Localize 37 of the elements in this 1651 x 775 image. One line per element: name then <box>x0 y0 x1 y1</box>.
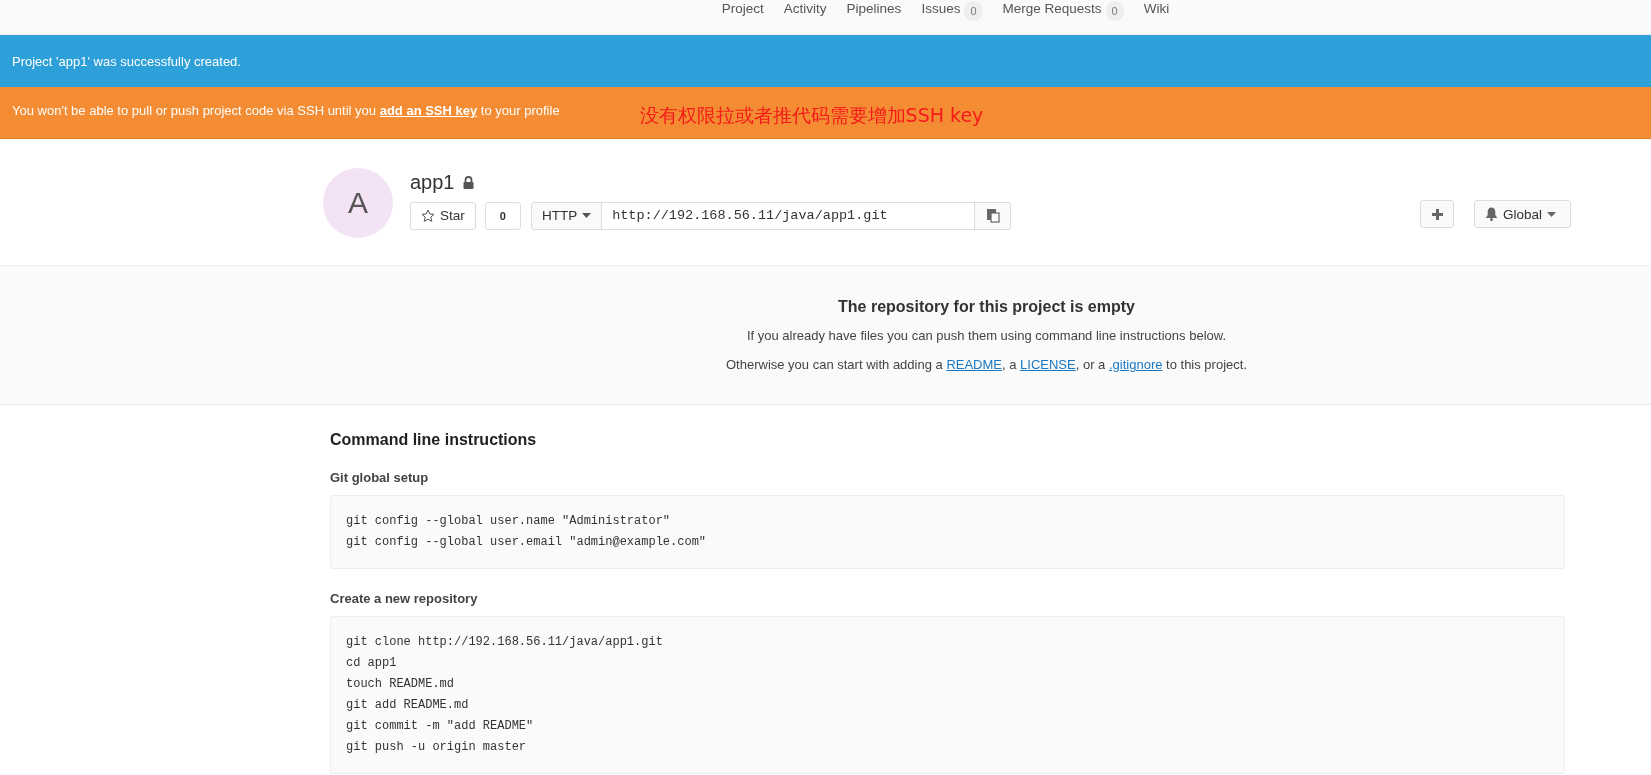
clipboard-icon <box>985 208 1000 223</box>
code-block: git clone http://192.168.56.11/java/app1.git cd app1 touch README.md git add README.md git commit -m "add README" git push -u origin master <box>330 616 1565 774</box>
subsection-title: Create a new repository <box>330 591 479 606</box>
alert-message: You won't be able to pull or push project code via SSH until you add an SSH key to your profile <box>12 103 560 118</box>
nav-tab[interactable]: Project <box>711 0 774 18</box>
section-title: Command line instructions <box>330 431 538 449</box>
star-button[interactable]: Star <box>410 201 476 230</box>
star-count: 0 <box>484 201 521 230</box>
link[interactable]: README <box>946 357 1002 372</box>
bell-icon <box>1485 207 1498 221</box>
empty-title: The repository for this project is empty <box>837 298 1136 316</box>
annotation-text: 没有权限拉或者推代码需要增加SSH key <box>639 102 984 128</box>
caret-icon <box>1547 211 1557 217</box>
subsection-title: Git global setup <box>330 470 430 485</box>
protocol-dropdown[interactable]: HTTP <box>530 201 603 230</box>
project-avatar: A <box>323 168 393 238</box>
link[interactable]: LICENSE <box>1020 357 1076 372</box>
nav-tab[interactable]: Activity <box>773 0 837 18</box>
nav-tab[interactable]: Merge Requests 0 <box>992 0 1134 18</box>
notice-message: Project 'app1' was successfully created. <box>12 53 241 69</box>
count-badge: 0 <box>964 1 983 21</box>
project-name: app1 <box>410 170 455 194</box>
nav-tab[interactable]: Wiki <box>1133 0 1180 18</box>
plus-icon <box>1431 208 1443 220</box>
hint-text: If you already have files you can push them using command line instructions below. <box>745 328 1228 343</box>
clone-url-field[interactable]: http://192.168.56.11/java/app1.git <box>602 201 976 230</box>
count-badge: 0 <box>1105 1 1124 21</box>
caret-icon <box>582 213 592 218</box>
notification-dropdown[interactable]: Global <box>1474 200 1571 228</box>
nav-tab[interactable]: Pipelines <box>836 0 912 18</box>
code-block: git config --global user.name "Administrator" git config --global user.email "admin@example.com" <box>330 495 1565 569</box>
link[interactable]: .gitignore <box>1108 357 1163 372</box>
star-icon <box>421 208 435 223</box>
new-button[interactable] <box>1420 200 1454 228</box>
copy-button[interactable] <box>975 201 1012 230</box>
nav-tab[interactable]: Issues 0 <box>911 0 993 18</box>
hint-text: Otherwise you can start with adding a README, a LICENSE, or a .gitignore to this project. <box>725 357 1248 372</box>
